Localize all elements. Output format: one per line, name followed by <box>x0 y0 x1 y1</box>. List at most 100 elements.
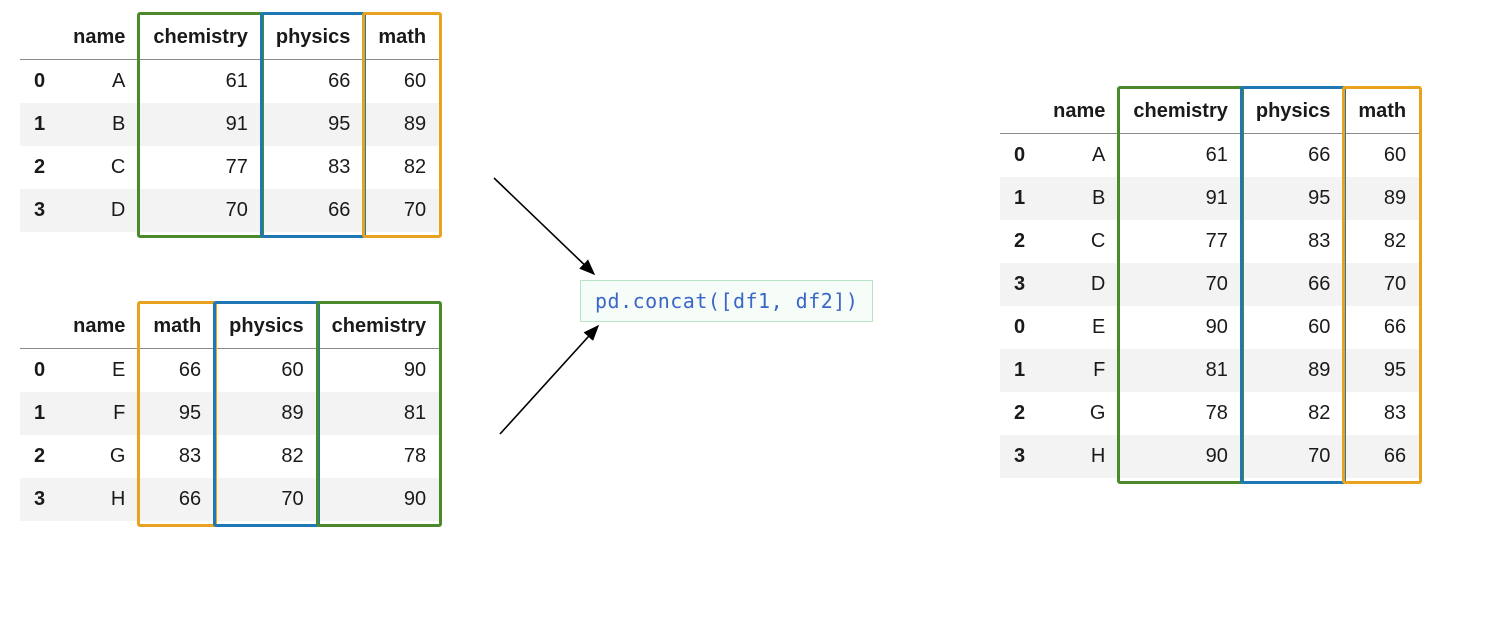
df3-cell: C <box>1039 220 1119 263</box>
df2-cell: G <box>59 435 139 478</box>
index-corner <box>20 16 59 60</box>
diagram-stage: namechemistryphysicsmath0A6166601B919589… <box>0 0 1490 620</box>
df3-cell: 90 <box>1119 435 1242 478</box>
df2-cell: E <box>59 349 139 393</box>
df3-cell: 89 <box>1242 349 1344 392</box>
df3-cell: 70 <box>1119 263 1242 306</box>
table-row: 1F818995 <box>1000 349 1420 392</box>
df1-cell: 61 <box>139 60 262 104</box>
df3-col-physics: physics <box>1242 90 1344 134</box>
df2-col-chemistry: chemistry <box>318 305 441 349</box>
df1-col-name: name <box>59 16 139 60</box>
table-row: 3H907066 <box>1000 435 1420 478</box>
df1-cell: 77 <box>139 146 262 189</box>
table-row: 3H667090 <box>20 478 440 521</box>
df2-col-physics: physics <box>215 305 317 349</box>
df2-cell: 89 <box>215 392 317 435</box>
df1-index: 0 <box>20 60 59 104</box>
table-row: 3D706670 <box>1000 263 1420 306</box>
df1-cell: B <box>59 103 139 146</box>
df3-col-chemistry: chemistry <box>1119 90 1242 134</box>
df1-cell: C <box>59 146 139 189</box>
df3-cell: 70 <box>1344 263 1420 306</box>
df3-cell: D <box>1039 263 1119 306</box>
df1-cell: 70 <box>139 189 262 232</box>
df1-col-math: math <box>364 16 440 60</box>
df1-cell: 70 <box>364 189 440 232</box>
df3-cell: 60 <box>1344 134 1420 178</box>
df3-cell: 61 <box>1119 134 1242 178</box>
df3-cell: 66 <box>1344 435 1420 478</box>
table-row: 2C778382 <box>1000 220 1420 263</box>
df3-cell: 83 <box>1242 220 1344 263</box>
df2-cell: 90 <box>318 349 441 393</box>
df2-cell: 66 <box>139 478 215 521</box>
df3-cell: 66 <box>1242 263 1344 306</box>
df3-cell: 83 <box>1344 392 1420 435</box>
df1-container: namechemistryphysicsmath0A6166601B919589… <box>20 16 440 232</box>
df2-index: 3 <box>20 478 59 521</box>
df2-table: namemathphysicschemistry0E6660901F958981… <box>20 305 440 521</box>
df3-cell: 82 <box>1344 220 1420 263</box>
df3-cell: 95 <box>1344 349 1420 392</box>
df3-cell: 82 <box>1242 392 1344 435</box>
table-row: 0A616660 <box>20 60 440 104</box>
df1-col-chemistry: chemistry <box>139 16 262 60</box>
df2-index: 0 <box>20 349 59 393</box>
df3-index: 3 <box>1000 263 1039 306</box>
df2-cell: 95 <box>139 392 215 435</box>
df3-col-math: math <box>1344 90 1420 134</box>
table-row: 0A616660 <box>1000 134 1420 178</box>
df3-cell: B <box>1039 177 1119 220</box>
index-corner <box>1000 90 1039 134</box>
df2-col-name: name <box>59 305 139 349</box>
result-container: namechemistryphysicsmath0A6166601B919589… <box>1000 90 1420 478</box>
df3-cell: G <box>1039 392 1119 435</box>
table-row: 0E906066 <box>1000 306 1420 349</box>
code-snippet: pd.concat([df1, df2]) <box>580 280 873 322</box>
result-table: namechemistryphysicsmath0A6166601B919589… <box>1000 90 1420 478</box>
df3-cell: 66 <box>1242 134 1344 178</box>
df2-cell: 82 <box>215 435 317 478</box>
df3-col-name: name <box>1039 90 1119 134</box>
df2-cell: 90 <box>318 478 441 521</box>
df1-cell: D <box>59 189 139 232</box>
df1-index: 3 <box>20 189 59 232</box>
df2-container: namemathphysicschemistry0E6660901F958981… <box>20 305 440 521</box>
df3-cell: H <box>1039 435 1119 478</box>
df3-index: 0 <box>1000 306 1039 349</box>
df1-cell: 95 <box>262 103 364 146</box>
df2-cell: H <box>59 478 139 521</box>
df3-cell: E <box>1039 306 1119 349</box>
df3-index: 2 <box>1000 220 1039 263</box>
table-row: 2G838278 <box>20 435 440 478</box>
df3-cell: 77 <box>1119 220 1242 263</box>
df3-cell: 66 <box>1344 306 1420 349</box>
arrow-df1-to-code <box>494 178 594 274</box>
df3-cell: 60 <box>1242 306 1344 349</box>
table-row: 3D706670 <box>20 189 440 232</box>
df1-cell: 89 <box>364 103 440 146</box>
df2-cell: F <box>59 392 139 435</box>
df3-index: 1 <box>1000 349 1039 392</box>
df1-cell: 66 <box>262 60 364 104</box>
df3-cell: 81 <box>1119 349 1242 392</box>
df2-cell: 83 <box>139 435 215 478</box>
df3-cell: 90 <box>1119 306 1242 349</box>
df3-cell: F <box>1039 349 1119 392</box>
table-row: 0E666090 <box>20 349 440 393</box>
table-row: 2C778382 <box>20 146 440 189</box>
df1-index: 1 <box>20 103 59 146</box>
df1-cell: 83 <box>262 146 364 189</box>
df3-index: 3 <box>1000 435 1039 478</box>
df2-index: 2 <box>20 435 59 478</box>
df3-cell: 89 <box>1344 177 1420 220</box>
df2-cell: 78 <box>318 435 441 478</box>
df2-cell: 70 <box>215 478 317 521</box>
table-row: 2G788283 <box>1000 392 1420 435</box>
df3-cell: 91 <box>1119 177 1242 220</box>
df2-cell: 66 <box>139 349 215 393</box>
table-row: 1B919589 <box>1000 177 1420 220</box>
df2-index: 1 <box>20 392 59 435</box>
df3-index: 1 <box>1000 177 1039 220</box>
